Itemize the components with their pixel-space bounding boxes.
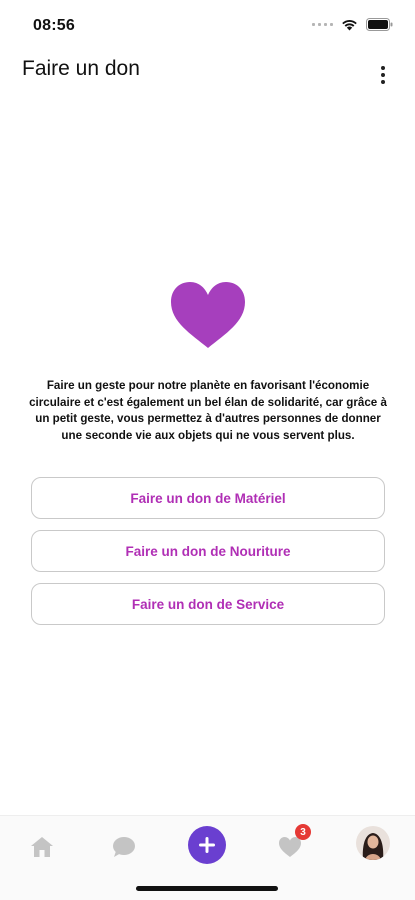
nav-home[interactable]	[25, 830, 59, 864]
signal-icon	[312, 23, 333, 26]
heart-illustration-icon	[171, 282, 245, 348]
donate-service-button[interactable]: Faire un don de Service	[31, 583, 385, 625]
status-time: 08:56	[33, 17, 75, 34]
donate-food-button[interactable]: Faire un don de Nouriture	[31, 530, 385, 572]
status-bar: 08:56	[0, 0, 415, 52]
favorites-count-badge: 3	[295, 824, 311, 840]
plus-icon	[199, 837, 215, 853]
home-icon	[31, 837, 53, 857]
chat-icon	[113, 837, 135, 857]
nav-favorites[interactable]: 3	[273, 824, 311, 864]
heart-icon	[279, 837, 301, 857]
nav-messages[interactable]	[107, 830, 141, 864]
nav-profile-avatar[interactable]	[356, 826, 390, 860]
nav-add-button[interactable]	[188, 826, 226, 864]
home-indicator[interactable]	[136, 886, 278, 891]
more-options-icon[interactable]	[373, 62, 393, 88]
wifi-icon	[342, 19, 357, 30]
bottom-navigation: 3	[0, 815, 415, 900]
page-title: Faire un don	[22, 57, 140, 80]
avatar	[356, 826, 390, 860]
donation-description: Faire un geste pour notre planète en fav…	[29, 379, 387, 442]
battery-icon	[366, 18, 393, 31]
donate-material-button[interactable]: Faire un don de Matériel	[31, 477, 385, 519]
app-bar: Faire un don	[0, 52, 415, 92]
status-icons	[312, 18, 393, 31]
